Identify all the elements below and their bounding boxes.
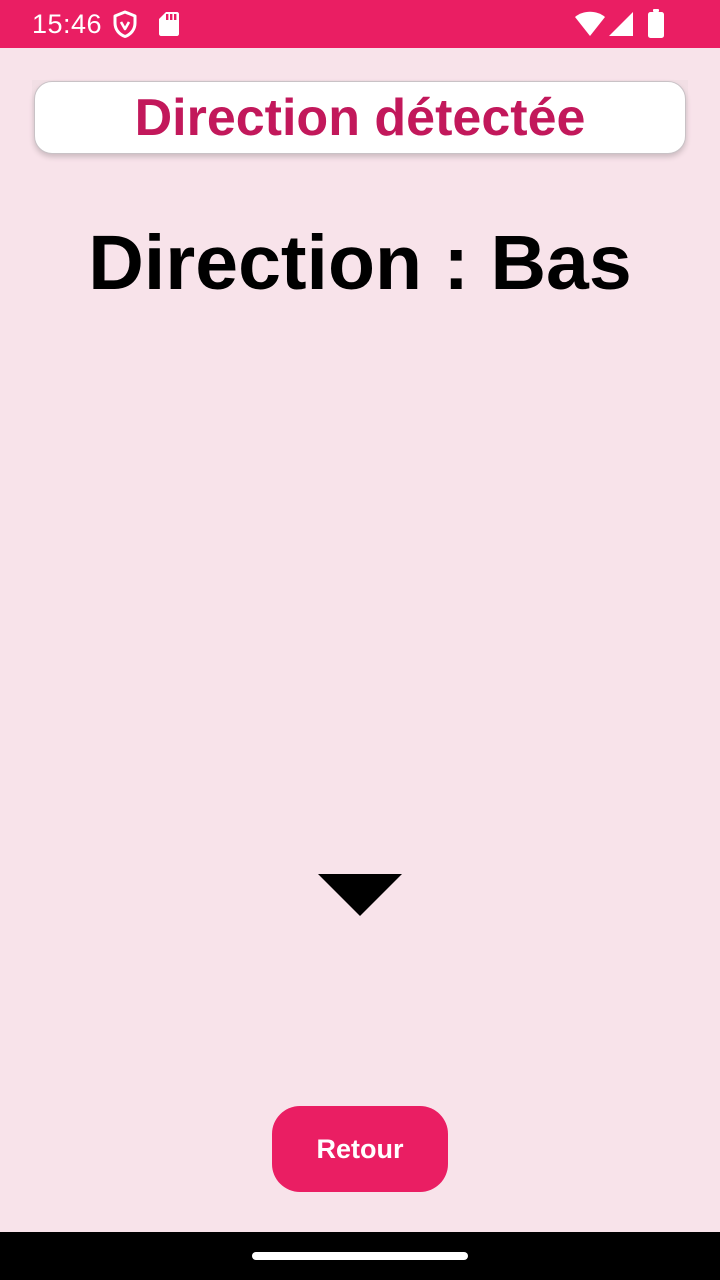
back-button[interactable]: Retour <box>272 1106 448 1192</box>
wifi-icon <box>574 11 606 42</box>
signal-icon <box>608 11 634 42</box>
arrow-down-triangle-icon <box>318 874 402 916</box>
battery-icon <box>648 9 664 44</box>
navigation-bar <box>0 1232 720 1280</box>
status-bar: 15:46 <box>0 0 720 48</box>
sd-card-icon <box>158 10 180 43</box>
home-indicator[interactable] <box>252 1252 468 1260</box>
direction-label: Direction : Bas <box>88 220 632 306</box>
page-title: Direction détectée <box>134 88 586 147</box>
shield-icon <box>112 10 138 43</box>
header-card: Direction détectée <box>32 80 688 156</box>
header-box: Direction détectée <box>34 81 686 154</box>
status-time: 15:46 <box>32 9 103 39</box>
